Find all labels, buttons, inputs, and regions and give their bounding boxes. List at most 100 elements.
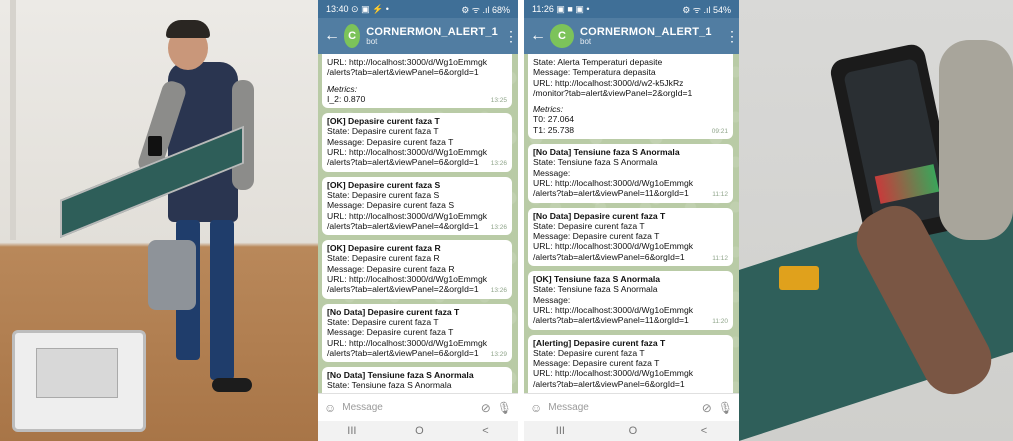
avatar[interactable]: C (550, 24, 574, 48)
message-heading: [No Data] Tensiune faza S Anormala (327, 370, 474, 381)
attach-icon[interactable]: ⊘ (481, 401, 491, 415)
message-timestamp: 13:26 (490, 287, 507, 295)
status-bar: 11:26 ▣ ■ ▣ • ⚙ ᯤ .ıl 54% (524, 0, 739, 18)
recent-apps-icon[interactable]: III (347, 425, 356, 437)
back-arrow-icon[interactable]: ← (324, 27, 340, 45)
message-line: /alerts?tab=alert&viewPanel=4&orgId=1 (327, 220, 479, 231)
message-heading: [No Data] Depasire curent faza T (327, 306, 460, 317)
message-input[interactable]: Message (342, 402, 474, 413)
message-heading: [No Data] Depasire curent faza T (533, 210, 666, 221)
attach-icon[interactable]: ⊘ (702, 401, 712, 415)
message-line: Message: (533, 294, 571, 305)
message-line: Message: Depasire curent faza T (327, 136, 454, 147)
message-timestamp: 11:12 (712, 191, 728, 199)
message-line: State: Depasire curent faza R (327, 253, 440, 264)
chat-title[interactable]: CORNERMON_ALERT_1 bot (366, 26, 498, 47)
phone-in-hand-icon (148, 136, 162, 156)
message-line: /alerts?tab=alert&viewPanel=6&orgId=1 (533, 378, 685, 389)
emoji-icon[interactable]: ☺ (530, 401, 542, 415)
phone-screenshot-left: 13:40 ⊙ ▣ ⚡ • ⚙ ᯤ .ıl 68% ← C CORNERMON_… (318, 0, 518, 441)
back-nav-icon[interactable]: < (482, 425, 488, 437)
android-nav-bar: III O < (524, 421, 739, 441)
metric-value: I_2: 0.870 (327, 93, 366, 104)
emoji-icon[interactable]: ☺ (324, 401, 336, 415)
status-time: 11:26 (532, 3, 554, 14)
message-line: URL: http://localhost:3000/d/w2-k5JkRz (533, 77, 684, 88)
message-line: URL: http://localhost:3000/d/Wg1oEmmgk (327, 274, 488, 285)
man-hair (166, 20, 210, 38)
mic-icon[interactable]: 🎙 (718, 401, 733, 415)
status-bar: 13:40 ⊙ ▣ ⚡ • ⚙ ᯤ .ıl 68% (318, 0, 518, 18)
message-line: State: Depasire curent faza T (327, 126, 439, 137)
more-menu-icon[interactable]: ⋮ (504, 28, 518, 45)
message-bubble[interactable]: [No Data] Tensiune faza S Anormala State:… (322, 367, 512, 393)
message-heading: [OK] Tensiune faza S Anormala (533, 274, 661, 285)
message-input-bar: ☺ Message ⊘ 🎙 (318, 393, 518, 421)
metric-value: T0: 27.064 (533, 114, 575, 125)
message-input[interactable]: Message (548, 402, 695, 413)
chat-name: CORNERMON_ALERT_1 (366, 25, 498, 38)
message-bubble[interactable]: [OK] Depasire curent faza R State: Depasi… (322, 240, 512, 299)
message-bubble[interactable]: [No Data] Depasire curent faza T State: D… (322, 303, 512, 363)
status-time: 13:40 (326, 3, 349, 14)
chat-subtitle: bot (366, 36, 378, 46)
control-box-panel (36, 348, 118, 398)
message-bubble[interactable]: [OK] Depasire curent faza T State: Depasi… (322, 113, 512, 172)
recent-apps-icon[interactable]: III (556, 425, 565, 437)
message-bubble[interactable]: [No Data] Tensiune faza S Anormala State:… (528, 144, 733, 203)
message-bubble[interactable]: [Alerting] Depasire curent faza T State: … (528, 334, 733, 393)
photo-hand-holding-phone (739, 0, 1013, 441)
message-line: URL: http://localhost:3000/d/Wg1oEmmgk (327, 147, 488, 158)
android-nav-bar: III O < (318, 421, 518, 441)
message-bubble[interactable]: [No Data] Depasire curent faza T State: D… (528, 207, 733, 267)
message-line: State: Depasire curent faza T (533, 347, 645, 358)
message-heading: [No Data] Tensiune faza S Anormala (533, 147, 680, 158)
photo-man-with-conveyor (0, 0, 318, 441)
chat-title[interactable]: CORNERMON_ALERT_1 bot (580, 26, 719, 47)
message-line: URL: http://localhost:3000/d/Wg1oEmmgk (327, 57, 488, 67)
avatar[interactable]: C (344, 24, 361, 48)
message-line: /alerts?tab=alert&viewPanel=6&orgId=1 (327, 157, 479, 168)
metric-value: T1: 25.738 (533, 124, 575, 135)
message-line: /alerts?tab=alert&viewPanel=11&orgId=1 (533, 188, 689, 199)
message-bubble[interactable]: [OK] Tensiune faza S Anormala State: Tens… (528, 271, 733, 330)
man-shoe (212, 378, 252, 392)
mic-icon[interactable]: 🎙 (497, 401, 512, 415)
message-line: Message: Depasire curent faza T (533, 231, 660, 242)
chat-header: ← C CORNERMON_ALERT_1 bot ⋮ (524, 18, 739, 54)
message-line: /alerts?tab=alert&viewPanel=6&orgId=1 (327, 67, 479, 78)
message-line: URL: http://localhost:3000/d/Wg1oEmmgk (327, 210, 488, 221)
message-timestamp: 09:21 (711, 127, 728, 135)
message-bubble[interactable]: URL: http://localhost:3000/d/Wg1oEmmgk/a… (322, 54, 512, 109)
message-line: State: Depasire curent faza S (327, 189, 440, 200)
message-line: /monitor?tab=alert&viewPanel=2&orgId=1 (533, 87, 693, 98)
home-icon[interactable]: O (415, 425, 424, 437)
back-arrow-icon[interactable]: ← (530, 27, 546, 45)
message-line: State: Depasire curent faza T (327, 316, 439, 327)
home-icon[interactable]: O (629, 425, 638, 437)
message-line: State: Depasire curent faza T (533, 220, 645, 231)
chat-name: CORNERMON_ALERT_1 (580, 25, 712, 38)
message-line: Message: Depasire curent faza T (533, 358, 660, 369)
message-list[interactable]: URL: http://localhost:3000/d/Wg1oEmmgk/a… (318, 54, 518, 393)
message-timestamp: 13:26 (490, 160, 507, 168)
message-list[interactable]: State: Alerta Temperaturi depasite Messag… (524, 54, 739, 393)
back-nav-icon[interactable]: < (701, 425, 707, 437)
message-heading: [OK] Depasire curent faza R (327, 243, 441, 254)
message-timestamp: 11:20 (712, 318, 728, 326)
message-input-bar: ☺ Message ⊘ 🎙 (524, 393, 739, 421)
conveyor-motor (148, 240, 196, 310)
status-battery: ⚙ ᯤ .ıl 54% (682, 4, 731, 15)
message-line: Message: Depasire curent faza S (327, 200, 455, 211)
message-line: Message: Depasire curent faza T (327, 327, 454, 338)
chat-subtitle: bot (580, 36, 592, 46)
more-menu-icon[interactable]: ⋮ (725, 28, 739, 45)
message-line: Message: Depasire curent faza R (327, 263, 455, 274)
message-timestamp: 13:29 (490, 350, 507, 358)
message-bubble[interactable]: [OK] Depasire curent faza S State: Depasi… (322, 176, 512, 236)
status-icons: ▣ ■ ▣ • (556, 3, 590, 14)
message-line: URL: http://localhost:3000/d/Wg1oEmmgk (533, 368, 694, 379)
message-bubble[interactable]: State: Alerta Temperaturi depasite Messag… (528, 54, 733, 140)
message-line: State: Tensiune faza S Anormala (533, 157, 658, 168)
chat-header: ← C CORNERMON_ALERT_1 bot ⋮ (318, 18, 518, 54)
